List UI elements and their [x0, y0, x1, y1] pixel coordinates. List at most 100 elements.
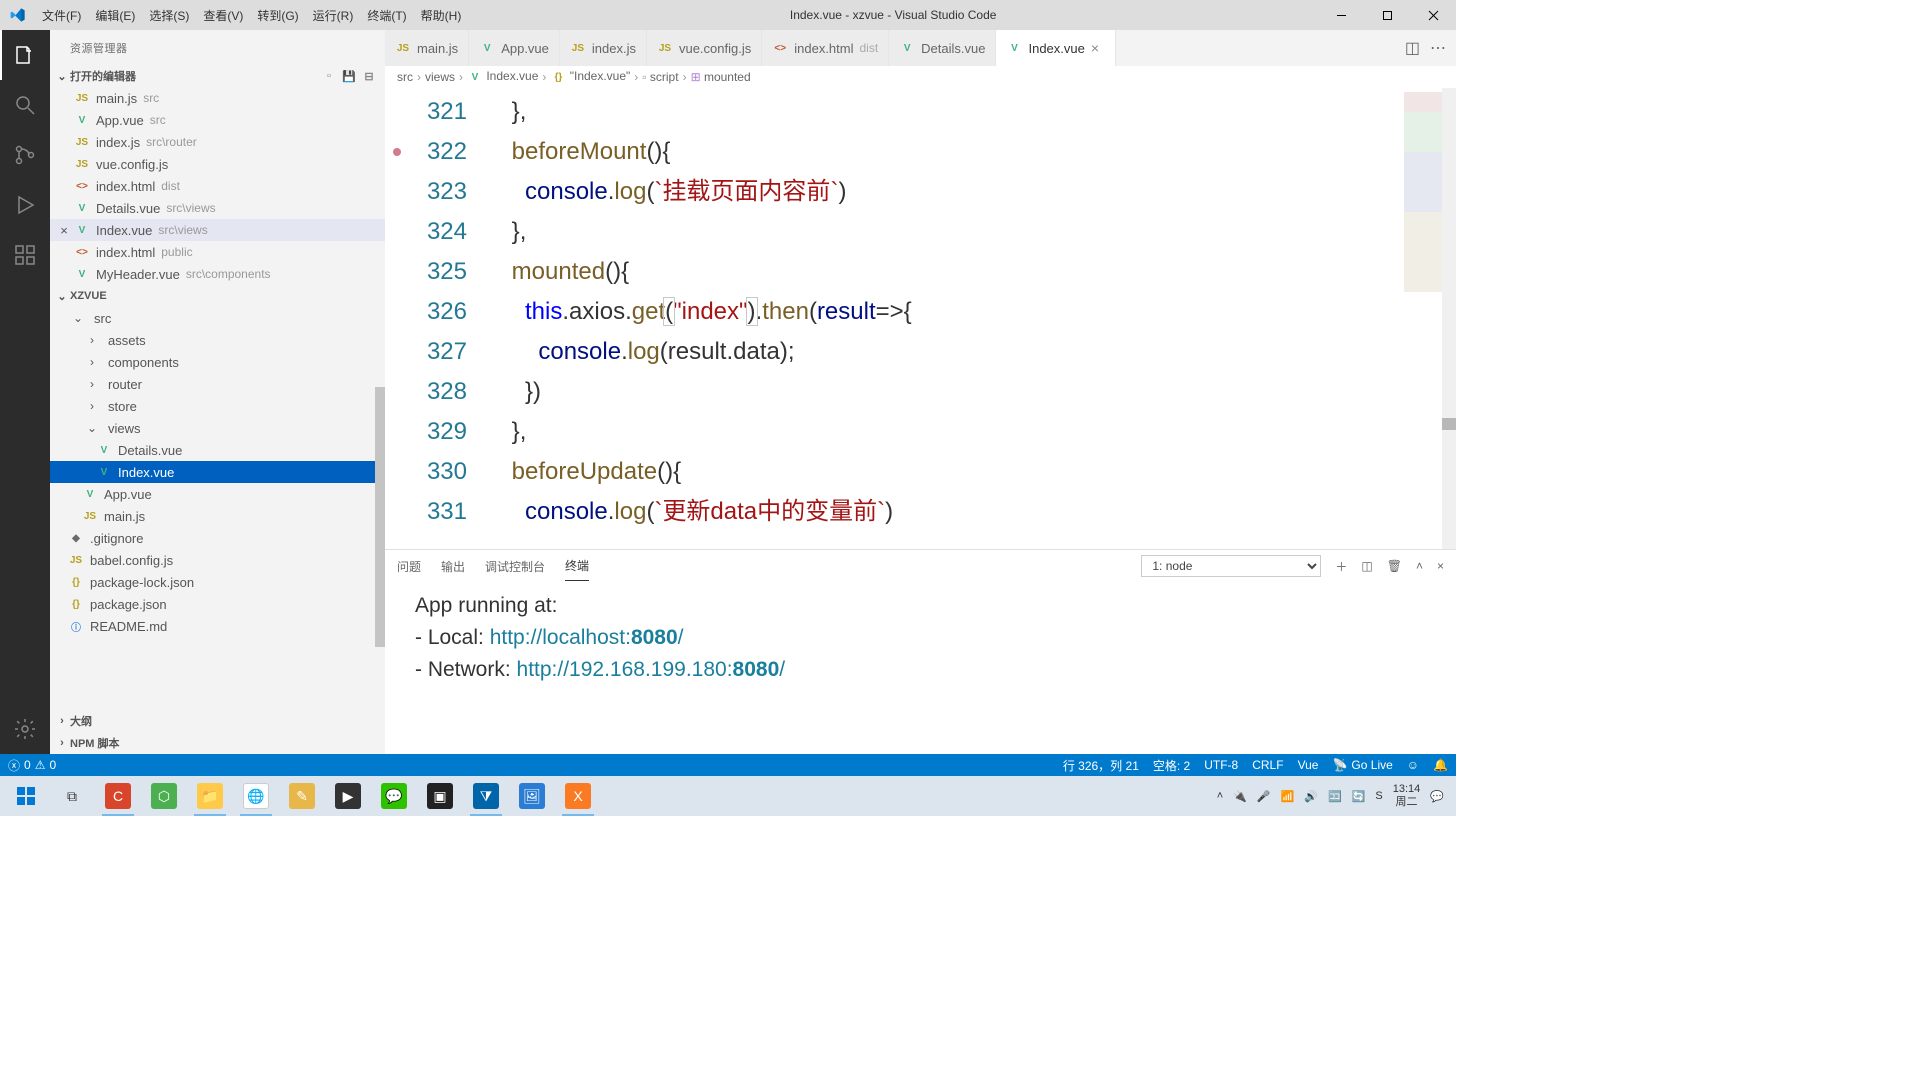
menu-item[interactable]: 帮助(H)	[414, 7, 469, 24]
sidebar-scrollbar[interactable]	[375, 387, 385, 647]
panel-tab[interactable]: 问题	[397, 552, 421, 581]
terminal-selector[interactable]: 1: node	[1141, 555, 1321, 577]
editor-scrollbar-thumb[interactable]	[1442, 418, 1456, 430]
breadcrumb-item[interactable]: V Index.vue	[467, 69, 538, 86]
tree-item[interactable]: ›router	[50, 373, 385, 395]
open-editor-item[interactable]: <>index.htmldist	[50, 175, 385, 197]
new-terminal-icon[interactable]: ＋	[1335, 558, 1347, 575]
breadcrumb-item[interactable]: ▫ script	[642, 70, 678, 84]
open-editor-item[interactable]: VMyHeader.vuesrc\components	[50, 263, 385, 285]
menu-item[interactable]: 运行(R)	[306, 7, 361, 24]
run-debug-icon[interactable]	[0, 180, 50, 230]
breadcrumb-item[interactable]: {} "Index.vue"	[550, 69, 630, 86]
panel-tab[interactable]: 输出	[441, 552, 465, 581]
taskbar-app[interactable]: ▶	[326, 776, 370, 816]
editor-tab[interactable]: <>index.htmldist	[762, 30, 889, 66]
project-header[interactable]: ⌄ XZVUE	[50, 285, 385, 307]
close-panel-icon[interactable]: ×	[1437, 559, 1444, 573]
status-golive[interactable]: 📡 Go Live	[1332, 758, 1392, 772]
task-view-button[interactable]: ⧉	[50, 776, 94, 816]
minimap[interactable]	[1404, 92, 1442, 292]
status-encoding[interactable]: UTF-8	[1204, 758, 1238, 772]
taskbar-wechat[interactable]: 💬	[372, 776, 416, 816]
taskbar-file-explorer[interactable]: 📁	[188, 776, 232, 816]
tree-item[interactable]: ⓘREADME.md	[50, 615, 385, 637]
taskbar-photos[interactable]: 🖼	[510, 776, 554, 816]
menu-item[interactable]: 终端(T)	[360, 7, 413, 24]
tray-app-icon[interactable]: S	[1375, 790, 1382, 802]
tree-item[interactable]: {}package-lock.json	[50, 571, 385, 593]
menu-item[interactable]: 文件(F)	[35, 7, 88, 24]
open-editor-item[interactable]: ×VIndex.vuesrc\views	[50, 219, 385, 241]
editor-tab[interactable]: VIndex.vue×	[996, 30, 1115, 66]
tray-power-icon[interactable]: 🔌	[1233, 790, 1247, 803]
tray-mic-icon[interactable]: 🎤	[1257, 790, 1271, 803]
tree-item[interactable]: ⌄src	[50, 307, 385, 329]
open-editor-item[interactable]: JSvue.config.js	[50, 153, 385, 175]
tree-item[interactable]: VApp.vue	[50, 483, 385, 505]
tree-item[interactable]: ⌄views	[50, 417, 385, 439]
tray-ime-icon[interactable]: 🈁	[1328, 790, 1342, 803]
menu-item[interactable]: 选择(S)	[142, 7, 196, 24]
panel-tab[interactable]: 终端	[565, 551, 589, 581]
terminal-output[interactable]: App running at: - Local: http://localhos…	[385, 582, 1456, 754]
editor-tab[interactable]: VApp.vue	[469, 30, 560, 66]
editor-scrollbar-track[interactable]	[1442, 88, 1456, 549]
source-control-icon[interactable]	[0, 130, 50, 180]
start-button[interactable]	[4, 776, 48, 816]
editor-tab[interactable]: JSvue.config.js	[647, 30, 762, 66]
close-all-icon[interactable]: ⊟	[361, 68, 377, 84]
search-icon[interactable]	[0, 80, 50, 130]
taskbar-chrome[interactable]: 🌐	[234, 776, 278, 816]
minimize-button[interactable]	[1318, 0, 1364, 30]
panel-tab[interactable]: 调试控制台	[485, 552, 545, 581]
save-all-icon[interactable]: 💾	[341, 68, 357, 84]
more-actions-icon[interactable]: ⋯	[1430, 38, 1446, 58]
tree-item[interactable]: ›store	[50, 395, 385, 417]
open-editor-item[interactable]: VApp.vuesrc	[50, 109, 385, 131]
tree-item[interactable]: ◆.gitignore	[50, 527, 385, 549]
open-editor-item[interactable]: VDetails.vuesrc\views	[50, 197, 385, 219]
npm-scripts-header[interactable]: › NPM 脚本	[50, 732, 385, 754]
taskbar-app[interactable]: C	[96, 776, 140, 816]
tree-item[interactable]: {}package.json	[50, 593, 385, 615]
status-eol[interactable]: CRLF	[1252, 758, 1283, 772]
open-editor-item[interactable]: <>index.htmlpublic	[50, 241, 385, 263]
settings-gear-icon[interactable]	[0, 704, 50, 754]
tray-notifications-icon[interactable]: 💬	[1430, 790, 1444, 803]
taskbar-app[interactable]: ⬡	[142, 776, 186, 816]
status-feedback-icon[interactable]: ☺	[1407, 758, 1419, 772]
close-editor-icon[interactable]: ×	[54, 223, 74, 238]
tree-item[interactable]: ›components	[50, 351, 385, 373]
editor-tab[interactable]: JSindex.js	[560, 30, 647, 66]
breadcrumb-item[interactable]: views	[425, 70, 455, 84]
open-editor-item[interactable]: JSindex.jssrc\router	[50, 131, 385, 153]
tree-item[interactable]: VIndex.vue	[50, 461, 385, 483]
breadcrumb-item[interactable]: ⊞ mounted	[691, 70, 751, 84]
status-language[interactable]: Vue	[1298, 758, 1319, 772]
tray-clock[interactable]: 13:14周二	[1393, 783, 1421, 809]
maximize-button[interactable]	[1364, 0, 1410, 30]
tree-item[interactable]: ›assets	[50, 329, 385, 351]
explorer-icon[interactable]	[0, 30, 50, 80]
kill-terminal-icon[interactable]: 🗑	[1387, 559, 1402, 573]
taskbar-app[interactable]: ✎	[280, 776, 324, 816]
system-tray[interactable]: ˄ 🔌 🎤 📶 🔊 🈁 🔄 S 13:14周二 💬	[1217, 783, 1452, 809]
split-editor-icon[interactable]: ◫	[1405, 38, 1420, 58]
taskbar-vscode[interactable]: ⧩	[464, 776, 508, 816]
status-cursor-pos[interactable]: 行 326，列 21	[1063, 757, 1139, 774]
editor-tab[interactable]: VDetails.vue	[889, 30, 996, 66]
tree-item[interactable]: VDetails.vue	[50, 439, 385, 461]
split-terminal-icon[interactable]: ◫	[1361, 559, 1372, 573]
taskbar-xampp[interactable]: X	[556, 776, 600, 816]
extensions-icon[interactable]	[0, 230, 50, 280]
status-bell-icon[interactable]: 🔔	[1433, 758, 1448, 772]
tray-chevron-icon[interactable]: ˄	[1217, 790, 1223, 802]
status-indent[interactable]: 空格: 2	[1153, 757, 1190, 774]
status-errors[interactable]: ⓧ 0 ⚠ 0	[8, 757, 56, 774]
menu-item[interactable]: 编辑(E)	[88, 7, 142, 24]
open-editors-header[interactable]: ⌄ 打开的编辑器 ▫ 💾 ⊟	[50, 65, 385, 87]
tray-volume-icon[interactable]: 🔊	[1304, 790, 1318, 803]
tree-item[interactable]: JSbabel.config.js	[50, 549, 385, 571]
outline-header[interactable]: › 大纲	[50, 710, 385, 732]
